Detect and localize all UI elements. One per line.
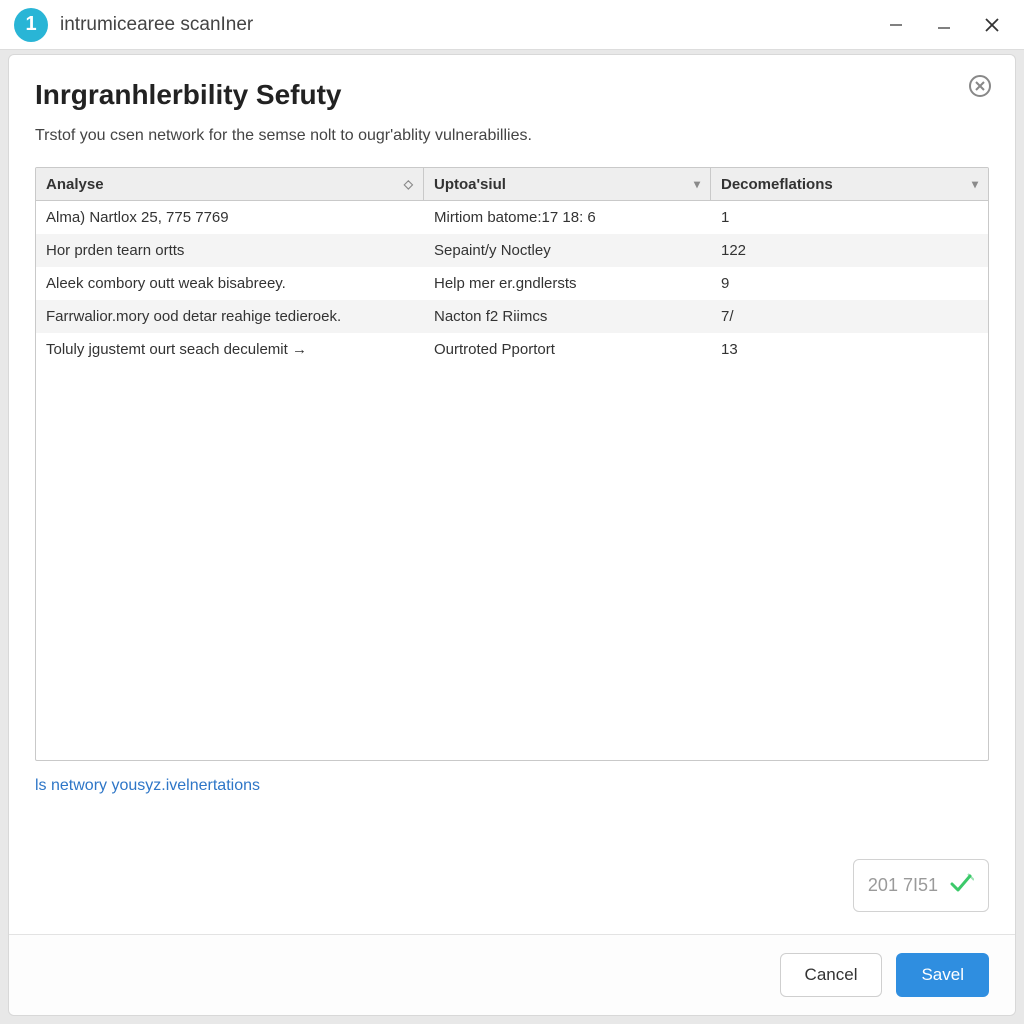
dialog-close-button[interactable]: [967, 73, 995, 101]
table-cell: Farrwalior.mory ood detar reahige tedier…: [36, 300, 424, 333]
dialog-description: Trstof you csen network for the semse no…: [35, 127, 989, 145]
table-row[interactable]: Alma) Nartlox 25, 775 7769Mirtiom batome…: [36, 201, 988, 234]
close-icon: [984, 17, 1000, 33]
table-cell: Nacton f2 Riimcs: [424, 300, 711, 333]
table-cell: Mirtiom batome:17 18: 6: [424, 201, 711, 234]
table-header: Analyse ◇ Uptoa'siul ▾ Decomeflations ▾: [36, 168, 988, 201]
app-title: intrumicearee scanIner: [60, 14, 253, 36]
column-label: Uptoa'siul: [434, 176, 506, 193]
table-body: Alma) Nartlox 25, 775 7769Mirtiom batome…: [36, 201, 988, 366]
dialog: Inrgranhlerbility Sefuty Trstof you csen…: [8, 54, 1016, 1016]
help-link[interactable]: ls networy yousyz.ivelnertations: [35, 777, 260, 794]
column-decomeflations[interactable]: Decomeflations ▾: [711, 168, 988, 200]
table-cell: Sepaint/y Noctley: [424, 234, 711, 267]
table-cell: 1: [711, 201, 988, 234]
close-window-button[interactable]: [968, 1, 1016, 49]
restore-icon: [937, 18, 951, 32]
table-row[interactable]: Farrwalior.mory ood detar reahige tedier…: [36, 300, 988, 333]
titlebar: 1 intrumicearee scanIner: [0, 0, 1024, 50]
column-uptoasiul[interactable]: Uptoa'siul ▾: [424, 168, 711, 200]
table-row[interactable]: Aleek combory outt weak bisabreey.Help m…: [36, 267, 988, 300]
check-icon: [948, 870, 974, 901]
results-table: Analyse ◇ Uptoa'siul ▾ Decomeflations ▾ …: [35, 167, 989, 761]
status-chip: 201 7I51: [853, 859, 989, 912]
minimize-button[interactable]: [872, 1, 920, 49]
dialog-footer: Cancel Savel: [9, 934, 1015, 1015]
status-value: 201 7I51: [868, 875, 938, 896]
column-analyse[interactable]: Analyse ◇: [36, 168, 424, 200]
table-cell: 9: [711, 267, 988, 300]
table-cell: 122: [711, 234, 988, 267]
table-cell: Ourtroted Pportort: [424, 333, 711, 366]
table-row[interactable]: Toluly jgustemt ourt seach deculemit →Ou…: [36, 333, 988, 366]
restore-button[interactable]: [920, 1, 968, 49]
table-cell: Toluly jgustemt ourt seach deculemit →: [36, 333, 424, 366]
chevron-down-icon: ▾: [972, 177, 978, 191]
column-label: Analyse: [46, 176, 104, 193]
table-cell: 13: [711, 333, 988, 366]
cancel-button[interactable]: Cancel: [780, 953, 883, 997]
table-cell: 7/: [711, 300, 988, 333]
sort-icon: ◇: [404, 177, 413, 191]
table-cell: Aleek combory outt weak bisabreey.: [36, 267, 424, 300]
table-cell: Hor prden tearn ortts: [36, 234, 424, 267]
circle-x-icon: [967, 73, 993, 99]
chevron-down-icon: ▾: [694, 177, 700, 191]
minimize-icon: [889, 18, 903, 32]
save-button[interactable]: Savel: [896, 953, 989, 997]
table-cell: Help mer er.gndlersts: [424, 267, 711, 300]
table-row[interactable]: Hor prden tearn orttsSepaint/y Noctley12…: [36, 234, 988, 267]
app-icon: 1: [14, 8, 48, 42]
column-label: Decomeflations: [721, 176, 833, 193]
table-cell: Alma) Nartlox 25, 775 7769: [36, 201, 424, 234]
dialog-title: Inrgranhlerbility Sefuty: [35, 79, 989, 111]
help-link-row: ls networy yousyz.ivelnertations: [35, 777, 989, 795]
